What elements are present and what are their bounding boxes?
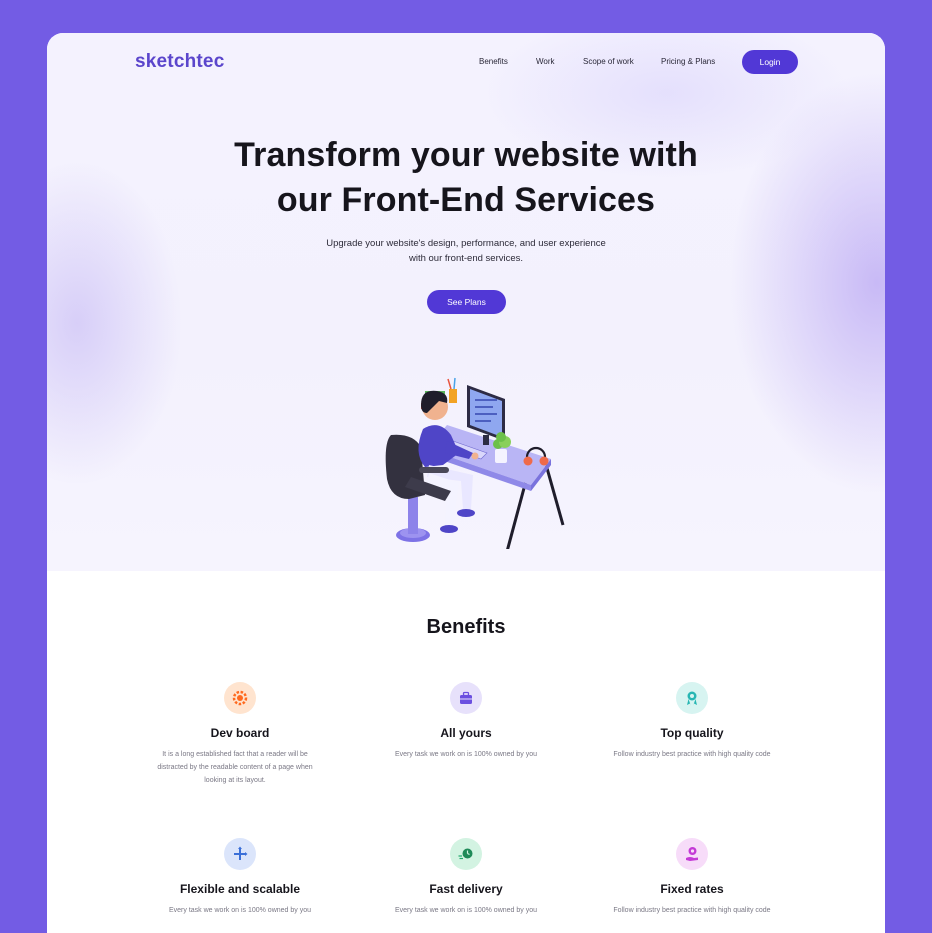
nav-item-scope-of-work[interactable]: Scope of work (583, 57, 634, 66)
hero-subtitle: Upgrade your website's design, performan… (309, 236, 623, 266)
brand-logo[interactable]: sketchtec (135, 51, 224, 73)
expand-arrows-icon (234, 846, 248, 860)
fast-delivery-icon-badge (450, 838, 482, 870)
benefit-desc-all-yours: Every task we work on is 100% owned by y… (394, 751, 537, 758)
benefits-heading: Benefits (426, 616, 506, 638)
nav-item-pricing-plans[interactable]: Pricing & Plans (661, 57, 715, 66)
briefcase-icon (460, 691, 472, 704)
benefit-title-all-yours: All yours (440, 726, 492, 740)
benefit-desc-dev-board: It is a long established fact that a rea… (157, 751, 313, 784)
benefit-desc-fixed-rates: Follow industry best practice with high … (613, 907, 771, 914)
gear-icon (232, 690, 248, 706)
nav-item-benefits[interactable]: Benefits (479, 57, 508, 66)
developer-at-desk-illustration (385, 377, 565, 549)
flexible-scalable-icon-badge (224, 838, 256, 870)
hero-title-line-2: our Front-End Services (276, 181, 656, 219)
award-badge-icon (687, 691, 697, 706)
dev-board-icon-badge (224, 682, 256, 714)
see-plans-button[interactable]: See Plans (427, 290, 506, 314)
benefit-desc-top-quality: Follow industry best practice with high … (613, 751, 771, 758)
benefit-title-dev-board: Dev board (210, 726, 270, 740)
hero-subtitle-line-1: Upgrade your website's design, performan… (326, 238, 606, 249)
benefit-title-fixed-rates: Fixed rates (660, 882, 724, 896)
fast-clock-icon (458, 848, 473, 860)
hand-coin-icon (686, 847, 698, 861)
benefit-title-flexible-scalable: Flexible and scalable (179, 882, 301, 896)
hero-title: Transform your website with our Front-En… (167, 133, 765, 223)
all-yours-icon-badge (450, 682, 482, 714)
benefit-desc-flexible-scalable: Every task we work on is 100% owned by y… (168, 907, 311, 914)
hero-title-line-1: Transform your website with (234, 136, 698, 174)
page-card: sketchtec Benefits Work Scope of work Pr… (47, 33, 885, 933)
login-button[interactable]: Login (742, 50, 798, 74)
nav-item-work[interactable]: Work (536, 57, 555, 66)
hero-section: sketchtec Benefits Work Scope of work Pr… (47, 33, 885, 571)
fixed-rates-icon-badge (676, 838, 708, 870)
hero-subtitle-line-2: with our front-end services. (408, 253, 524, 264)
top-quality-icon-badge (676, 682, 708, 714)
benefit-title-fast-delivery: Fast delivery (429, 882, 503, 896)
benefit-title-top-quality: Top quality (660, 726, 724, 740)
benefit-desc-fast-delivery: Every task we work on is 100% owned by y… (394, 907, 537, 914)
